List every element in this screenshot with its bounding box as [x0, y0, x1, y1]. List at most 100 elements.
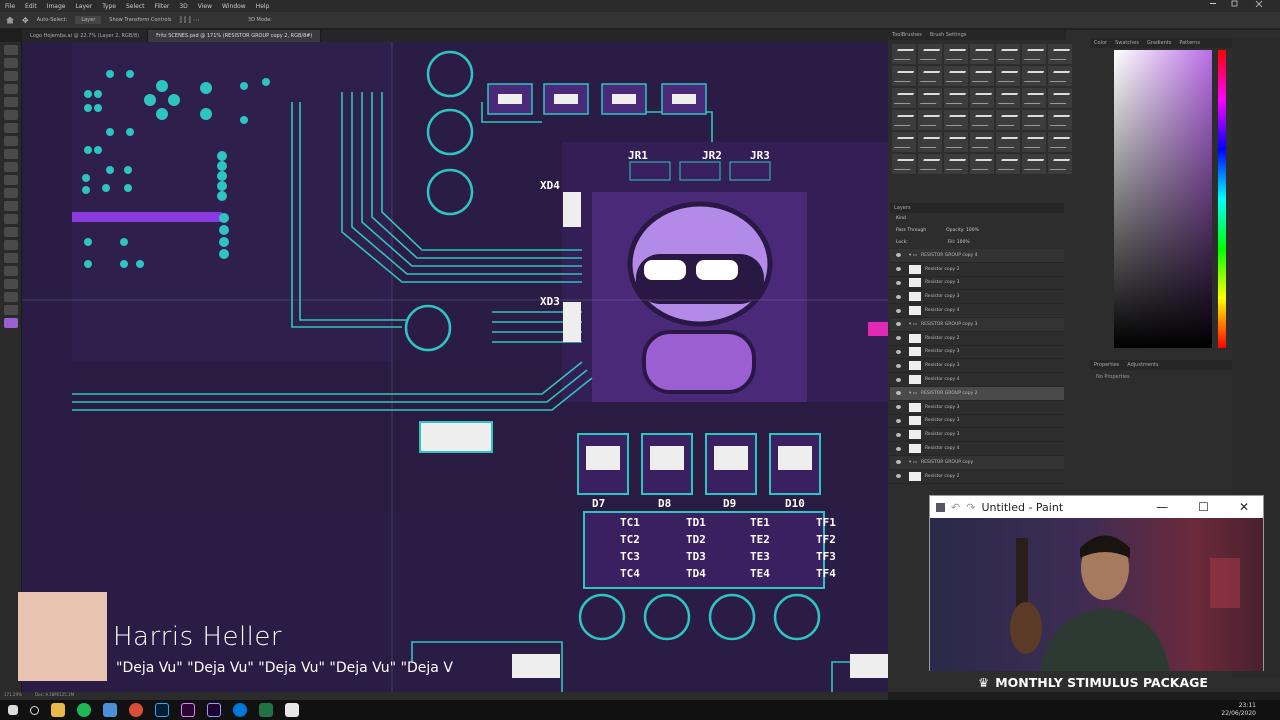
brush-preset[interactable]: [944, 132, 968, 152]
tab-gradients[interactable]: Gradients: [1147, 40, 1171, 46]
layer-filter[interactable]: Kind: [890, 213, 1064, 225]
minimize-icon[interactable]: —: [1156, 500, 1168, 514]
tab-patterns[interactable]: Patterns: [1179, 40, 1200, 46]
system-clock[interactable]: 23:11 22/06/2020: [1221, 702, 1256, 718]
menu-3d[interactable]: 3D: [174, 3, 192, 10]
visibility-eye-icon[interactable]: [896, 267, 901, 272]
save-icon[interactable]: [936, 502, 945, 512]
brush-preset[interactable]: [996, 154, 1020, 174]
redo-icon[interactable]: ↷: [966, 501, 975, 514]
menu-select[interactable]: Select: [121, 3, 150, 10]
visibility-eye-icon[interactable]: [896, 349, 901, 354]
brush-preset[interactable]: [918, 110, 942, 130]
layer-dropdown[interactable]: Layer: [75, 16, 102, 24]
folder-icon[interactable]: ▾ ▭: [909, 322, 917, 327]
brush-preset[interactable]: [944, 154, 968, 174]
visibility-eye-icon[interactable]: [896, 418, 901, 423]
brush-preset[interactable]: [892, 110, 916, 130]
layer-group-row[interactable]: ▾ ▭ RESISTOR GROUP copy 2: [890, 386, 1064, 401]
folder-icon[interactable]: ▾ ▭: [909, 253, 917, 258]
brush-preset[interactable]: [996, 88, 1020, 108]
color-field[interactable]: [1114, 50, 1212, 348]
opacity-field[interactable]: Opacity: 100%: [946, 228, 979, 234]
tab-layers[interactable]: Layers: [894, 205, 911, 211]
spotify-icon[interactable]: [77, 703, 91, 717]
premiere-icon[interactable]: [181, 703, 195, 717]
stamp-tool-icon[interactable]: [4, 162, 18, 172]
move-icon[interactable]: ✥: [22, 16, 29, 25]
brush-preset[interactable]: [1022, 132, 1046, 152]
brush-preset[interactable]: [918, 44, 942, 64]
app-icon[interactable]: [103, 703, 117, 717]
brush-preset[interactable]: [1022, 44, 1046, 64]
menu-help[interactable]: Help: [251, 3, 275, 10]
brush-preset[interactable]: [996, 132, 1020, 152]
brush-preset[interactable]: [970, 44, 994, 64]
undo-icon[interactable]: ↶: [951, 501, 960, 514]
visibility-eye-icon[interactable]: [896, 322, 901, 327]
brush-preset[interactable]: [970, 110, 994, 130]
layer-row[interactable]: Resistor copy 2: [890, 332, 1064, 346]
shape-tool-icon[interactable]: [4, 279, 18, 289]
brush-preset[interactable]: [1048, 154, 1072, 174]
layer-row[interactable]: Resistor copy 3: [890, 428, 1064, 443]
brush-preset[interactable]: [1048, 66, 1072, 86]
layer-row[interactable]: Resistor copy 3: [890, 290, 1064, 305]
visibility-eye-icon[interactable]: [896, 391, 901, 396]
layer-group-row[interactable]: ▾ ▭ RESISTOR GROUP copy 4: [890, 249, 1064, 263]
visibility-eye-icon[interactable]: [896, 460, 901, 465]
menu-type[interactable]: Type: [97, 3, 121, 10]
brush-preset[interactable]: [892, 88, 916, 108]
brush-preset[interactable]: [1022, 88, 1046, 108]
brush-preset[interactable]: [892, 154, 916, 174]
layer-row[interactable]: Resistor copy 2: [890, 470, 1064, 484]
frame-tool-icon[interactable]: [4, 110, 18, 120]
layer-row[interactable]: Resistor copy 4: [890, 442, 1064, 456]
eyedropper-tool-icon[interactable]: [4, 123, 18, 133]
zoom-tool-icon[interactable]: [4, 305, 18, 315]
eraser-tool-icon[interactable]: [4, 188, 18, 198]
brush-preset[interactable]: [970, 88, 994, 108]
edge-icon[interactable]: [233, 703, 247, 717]
brush-preset[interactable]: [996, 110, 1020, 130]
brush-preset[interactable]: [1048, 110, 1072, 130]
menu-layer[interactable]: Layer: [70, 3, 97, 10]
brush-preset[interactable]: [996, 66, 1020, 86]
brush-preset[interactable]: [1048, 132, 1072, 152]
healing-tool-icon[interactable]: [4, 136, 18, 146]
brush-preset[interactable]: [944, 88, 968, 108]
layer-row[interactable]: Resistor copy 3: [890, 401, 1064, 415]
visibility-eye-icon[interactable]: [896, 308, 901, 313]
brush-preset[interactable]: [944, 44, 968, 64]
tab-color[interactable]: Color: [1094, 40, 1107, 46]
hand-tool-icon[interactable]: [4, 292, 18, 302]
brush-preset[interactable]: [944, 110, 968, 130]
menu-window[interactable]: Window: [217, 3, 251, 10]
visibility-eye-icon[interactable]: [896, 446, 901, 451]
tab-swatches[interactable]: Swatches: [1115, 40, 1139, 46]
tab-tool-brushes[interactable]: ToolBrushes: [892, 32, 922, 38]
brush-preset[interactable]: [1022, 110, 1046, 130]
layer-row[interactable]: Resistor copy 3: [890, 359, 1064, 374]
layer-row[interactable]: Resistor copy 3: [890, 415, 1064, 429]
tab-fritz-scenes[interactable]: Fritz SCENES.psd @ 171% (RESISTOR GROUP …: [148, 30, 322, 42]
marquee-tool-icon[interactable]: [4, 58, 18, 68]
menu-file[interactable]: File: [0, 3, 20, 10]
folder-icon[interactable]: ▾ ▭: [909, 460, 917, 465]
gradient-tool-icon[interactable]: [4, 201, 18, 211]
brush-preset[interactable]: [892, 66, 916, 86]
tab-brush-settings[interactable]: Brush Settings: [930, 32, 967, 38]
brush-preset[interactable]: [892, 44, 916, 64]
brush-preset[interactable]: [918, 132, 942, 152]
crop-tool-icon[interactable]: [4, 97, 18, 107]
lasso-tool-icon[interactable]: [4, 71, 18, 81]
auto-select-checkbox[interactable]: Auto-Select:: [37, 17, 68, 23]
brush-preset[interactable]: [970, 132, 994, 152]
brush-preset[interactable]: [892, 132, 916, 152]
blur-tool-icon[interactable]: [4, 214, 18, 224]
layer-group-row[interactable]: ▾ ▭ RESISTOR GROUP copy 3: [890, 317, 1064, 332]
brush-preset[interactable]: [918, 154, 942, 174]
align-icons[interactable]: ⫿ ⫿ ⫿ ⋯: [180, 16, 200, 25]
kind-filter[interactable]: Kind: [896, 216, 906, 221]
brush-preset[interactable]: [970, 66, 994, 86]
